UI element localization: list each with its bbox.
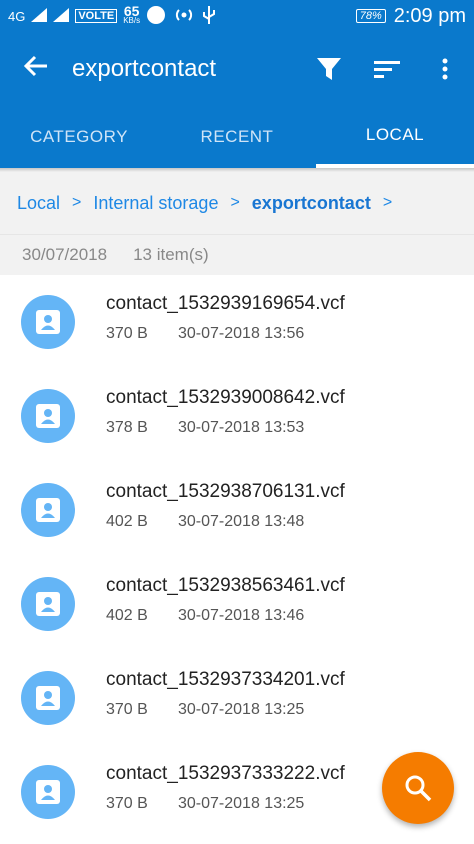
clock: 2:09 pm	[393, 4, 466, 27]
battery-indicator: 78%	[355, 9, 386, 23]
contact-file-icon	[21, 483, 75, 537]
item-count: 13 item(s)	[133, 245, 209, 264]
file-name: contact_1532938706131.vcf	[106, 481, 345, 502]
file-name: contact_1532939169654.vcf	[106, 293, 345, 314]
signal-icon	[31, 7, 48, 25]
breadcrumb-item-local[interactable]: Local	[17, 193, 60, 214]
file-date: 30-07-2018 13:48	[178, 513, 305, 530]
usb-icon	[202, 5, 216, 27]
more-options-button[interactable]	[416, 58, 474, 80]
tab-recent[interactable]: RECENT	[158, 106, 316, 168]
signal-icon-2	[53, 7, 70, 25]
arrow-back-icon	[23, 55, 47, 77]
folder-info-bar: 30/07/2018 13 item(s)	[0, 234, 474, 275]
list-item[interactable]: contact_1532938563461.vcf 402 B 30-07-201…	[0, 557, 474, 651]
status-bar: 4G VOLTE 65 KB/s 78% 2:09 pm	[0, 0, 474, 32]
speed-unit: KB/s	[123, 16, 141, 25]
page-title: exportcontact	[72, 55, 217, 82]
notification-circle-icon	[146, 5, 166, 28]
file-name: contact_1532937333222.vcf	[106, 763, 345, 784]
sort-button[interactable]	[358, 59, 416, 79]
network-speed: 65 KB/s	[123, 3, 141, 26]
breadcrumb-separator: >	[230, 194, 240, 211]
network-type: 4G	[8, 8, 26, 24]
file-size: 378 B	[106, 419, 148, 436]
breadcrumb-separator: >	[72, 194, 82, 211]
contact-file-icon	[21, 671, 75, 725]
breadcrumb-separator: >	[382, 194, 393, 211]
list-item[interactable]: contact_1532939008642.vcf 378 B 30-07-201…	[0, 369, 474, 463]
file-name: contact_1532939008642.vcf	[106, 387, 345, 408]
contact-file-icon	[21, 765, 75, 819]
file-size: 370 B	[106, 325, 148, 342]
more-vert-icon	[442, 58, 448, 80]
folder-date: 30/07/2018	[22, 245, 108, 264]
file-size: 402 B	[106, 607, 148, 624]
contact-file-icon	[21, 577, 75, 631]
list-item[interactable]: contact_1532939169654.vcf 370 B 30-07-201…	[0, 275, 474, 369]
list-item[interactable]: contact_1532938706131.vcf 402 B 30-07-201…	[0, 463, 474, 557]
file-date: 30-07-2018 13:25	[178, 701, 305, 718]
speed-value: 65	[123, 3, 140, 19]
file-date: 30-07-2018 13:53	[178, 419, 305, 436]
app-bar: exportcontact	[0, 32, 474, 106]
file-date: 30-07-2018 13:25	[178, 795, 305, 812]
file-size: 402 B	[106, 513, 148, 530]
breadcrumb: Local > Internal storage > exportcontact…	[0, 172, 474, 234]
tab-category[interactable]: CATEGORY	[0, 106, 158, 168]
sort-icon	[374, 61, 400, 78]
hotspot-icon	[172, 6, 196, 27]
file-name: contact_1532938563461.vcf	[106, 575, 345, 596]
file-date: 30-07-2018 13:56	[178, 325, 305, 342]
file-size: 370 B	[106, 701, 148, 718]
filter-button[interactable]	[300, 58, 358, 80]
volte-badge: VOLTE	[75, 9, 118, 23]
tab-bar: CATEGORY RECENT LOCAL	[0, 106, 474, 168]
back-button[interactable]	[0, 52, 72, 86]
search-fab-button[interactable]	[382, 752, 454, 824]
contact-file-icon	[21, 295, 75, 349]
tab-local[interactable]: LOCAL	[316, 106, 474, 168]
breadcrumb-item-internal-storage[interactable]: Internal storage	[93, 193, 218, 214]
file-name: contact_1532937334201.vcf	[106, 669, 345, 690]
filter-icon	[317, 58, 341, 80]
file-size: 370 B	[106, 795, 148, 812]
contact-file-icon	[21, 389, 75, 443]
list-item[interactable]: contact_1532937334201.vcf 370 B 30-07-201…	[0, 651, 474, 745]
search-icon	[405, 775, 432, 802]
breadcrumb-item-exportcontact[interactable]: exportcontact	[252, 193, 371, 214]
file-date: 30-07-2018 13:46	[178, 607, 305, 624]
